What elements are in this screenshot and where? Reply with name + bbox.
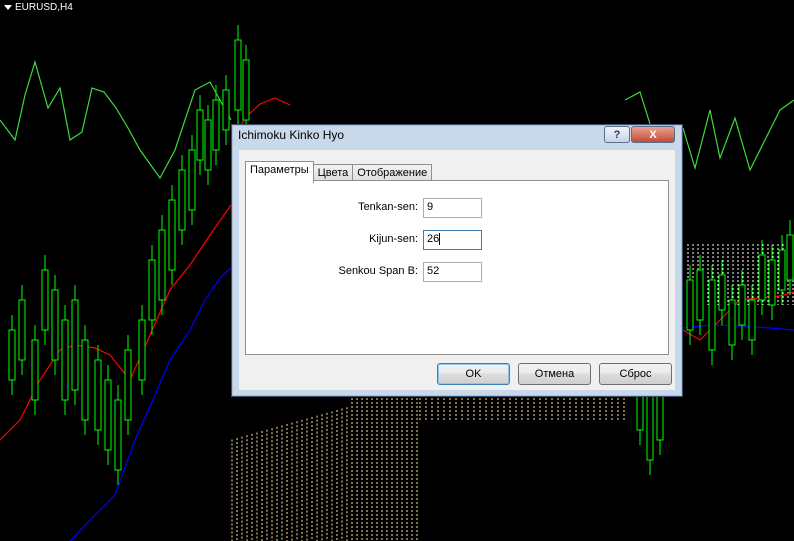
candle-body [656,389,664,441]
ok-button[interactable]: OK [437,363,510,385]
candle-body [728,299,736,346]
tenkan-label: Tenkan-sen: [358,201,418,213]
candle-body [81,339,89,421]
tenkan-value: 9 [427,201,434,213]
text-caret [439,233,441,246]
dialog-client-area: Параметры Цвета Отображение Tenkan-sen: … [239,150,675,390]
reset-button[interactable]: Сброс [599,363,672,385]
cancel-button[interactable]: Отмена [518,363,591,385]
tenkan-row: Tenkan-sen: 9 [246,198,670,218]
candle-body [708,279,716,351]
tab-parameters[interactable]: Параметры [245,161,314,183]
dropdown-triangle-icon[interactable] [4,5,12,10]
chart-symbol-text: EURUSD,H4 [15,2,73,13]
candle-body [41,269,49,331]
candle-body [212,99,220,151]
candle-body [204,119,212,171]
tenkan-input[interactable]: 9 [423,198,482,218]
close-icon: X [649,128,657,141]
candle-body [61,319,69,401]
candle-body [188,149,196,211]
candle-body [696,269,704,321]
candle-body [51,289,59,361]
candle-body [738,284,746,326]
candle-body [18,299,26,361]
kijun-value: 26 [427,233,440,245]
senkou-b-row: Senkou Span B: 52 [246,262,670,282]
candle-body [758,254,766,301]
parameters-panel: Tenkan-sen: 9 Kijun-sen: 26 Senkou Span … [245,180,669,355]
candle-body [8,329,16,381]
candle-body [31,339,39,401]
candle-body [778,249,786,291]
close-button[interactable]: X [631,126,675,143]
candle-body [124,349,132,421]
candle-body [234,39,242,111]
dialog-title: Ichimoku Kinko Hyo [238,128,345,142]
candle-body [686,279,694,331]
chikou-span-line [0,59,232,180]
help-button[interactable]: ? [604,126,630,143]
candle-body [242,59,250,121]
candle-body [178,169,186,231]
chikou-span-line [624,91,651,125]
candle-body [748,299,756,341]
help-icon: ? [613,128,621,141]
candle-body [222,89,230,131]
senkou-b-input[interactable]: 52 [423,262,482,282]
ichimoku-dialog: Ichimoku Kinko Hyo ? X Параметры Цвета О… [231,124,683,397]
candle-body [786,234,794,281]
candle-body [168,199,176,271]
kijun-input[interactable]: 26 [423,230,482,250]
candle-body [718,274,726,311]
chikou-span-line [682,99,794,172]
candle-body [768,259,776,306]
candle-body [148,259,156,321]
senkou-b-value: 52 [427,265,440,277]
candle-body [138,319,146,381]
candle-body [196,109,204,161]
chart-symbol-label[interactable]: EURUSD,H4 [4,2,73,13]
candle-body [71,299,79,391]
candle-body [114,399,122,471]
candle-body [94,359,102,431]
candle-body [158,229,166,301]
kijun-label: Kijun-sen: [369,233,418,245]
candle-body [104,379,112,451]
senkou-b-label: Senkou Span B: [338,265,418,277]
kijun-row: Kijun-sen: 26 [246,230,670,250]
